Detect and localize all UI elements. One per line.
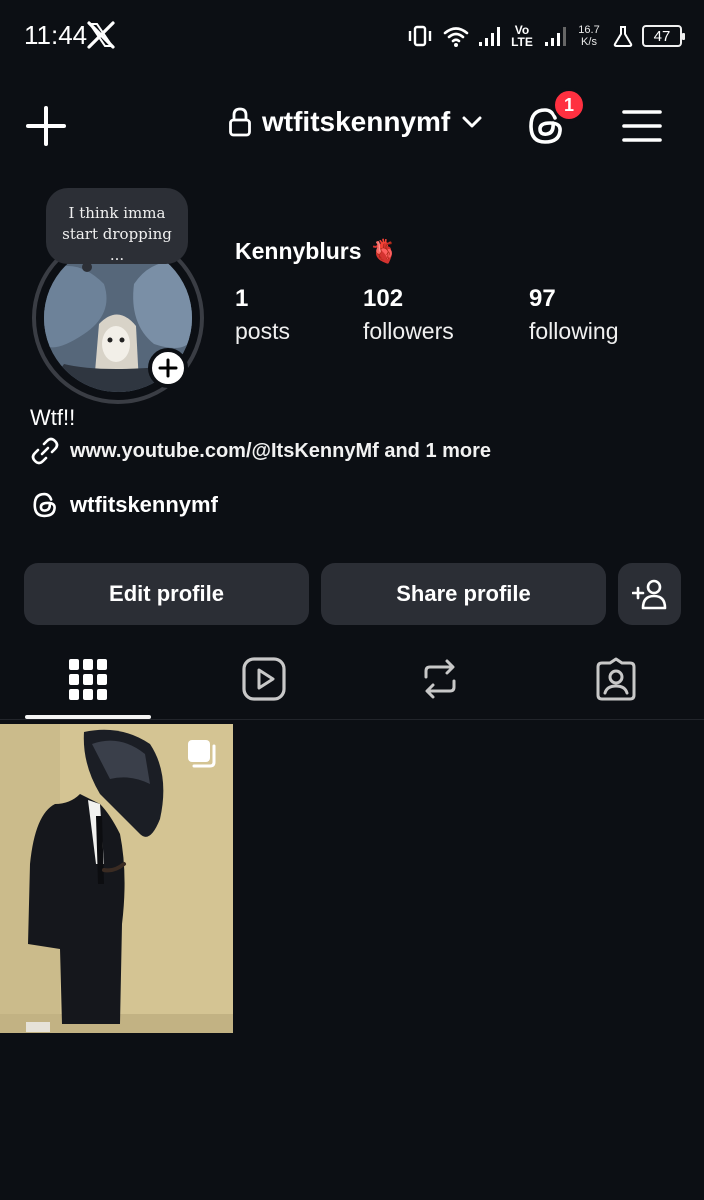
add-person-icon [631,579,666,610]
notification-badge: 1 [552,88,586,122]
stat-following[interactable]: 97 following [529,284,619,348]
x-app-icon [87,21,115,49]
create-plus-icon[interactable] [24,104,68,148]
share-profile-button[interactable]: Share profile [321,563,606,625]
volte-indicator: Vo LTE [508,24,536,48]
following-label: following [529,318,619,344]
signal-icon-2 [545,27,566,46]
anatomical-heart-emoji: 🫀 [369,238,399,264]
stat-posts[interactable]: 1 posts [235,284,290,348]
tab-posts-grid[interactable] [25,640,151,718]
status-bar: 11:44 Vo LTE 16.7 K/s 47 [0,0,704,70]
followers-count: 102 [363,285,404,312]
posts-count: 1 [235,285,249,312]
profile-top-bar: wtfitskennymf 1 [0,84,704,168]
speed-unit: K/s [581,36,597,48]
link-icon [31,437,59,465]
menu-icon[interactable] [620,104,664,148]
bio-text: Wtf!! [30,405,76,430]
account-switcher[interactable]: wtfitskennymf [228,106,484,138]
display-name: Kennyblurs 🫀 [235,238,398,265]
profile-link[interactable]: www.youtube.com/@ItsKennyMf and 1 more [30,436,491,466]
threads-profile-link[interactable]: wtfitskennymf [30,490,218,520]
profile-tabs [0,640,704,720]
threads-icon [33,492,56,518]
carousel-icon [188,740,216,768]
tab-reels[interactable] [201,640,327,718]
plus-icon [158,358,178,378]
threads-handle: wtfitskennymf [70,492,218,517]
active-tab-indicator [25,715,151,719]
vibrate-icon [408,25,432,47]
flask-icon [613,26,633,47]
post-photo [0,724,233,1033]
username-title: wtfitskennymf [262,106,451,137]
grid-icon [69,659,107,700]
volte-bottom-label: LTE [511,35,533,49]
battery-level: 47 [653,27,671,45]
note-bubble-tail [82,262,92,272]
followers-label: followers [363,318,454,344]
edit-profile-button[interactable]: Edit profile [24,563,309,625]
add-story-button[interactable] [148,348,188,388]
battery-indicator: 47 [642,25,685,47]
display-name-text: Kennyblurs [235,238,362,264]
status-icons: Vo LTE 16.7 K/s 47 [406,18,685,54]
tab-reposts[interactable] [377,640,503,718]
chevron-down-icon [462,116,482,128]
following-count: 97 [529,285,556,312]
wifi-icon [443,27,469,47]
stat-followers[interactable]: 102 followers [363,284,454,348]
note-bubble[interactable]: I think imma start dropping ... [46,188,188,264]
signal-icon [479,27,500,46]
status-time: 11:44 [24,20,88,50]
posts-label: posts [235,318,290,344]
link-text: www.youtube.com/@ItsKennyMf and 1 more [70,439,492,462]
reels-icon [242,657,286,701]
network-speed: 16.7 K/s [574,24,604,48]
reposts-icon [424,659,456,699]
lock-icon [229,107,251,137]
post-thumbnail[interactable] [0,724,233,1033]
discover-people-button[interactable] [618,563,681,625]
tab-tagged[interactable] [553,640,679,718]
tagged-icon [596,657,636,701]
speed-value: 16.7 [578,24,600,36]
